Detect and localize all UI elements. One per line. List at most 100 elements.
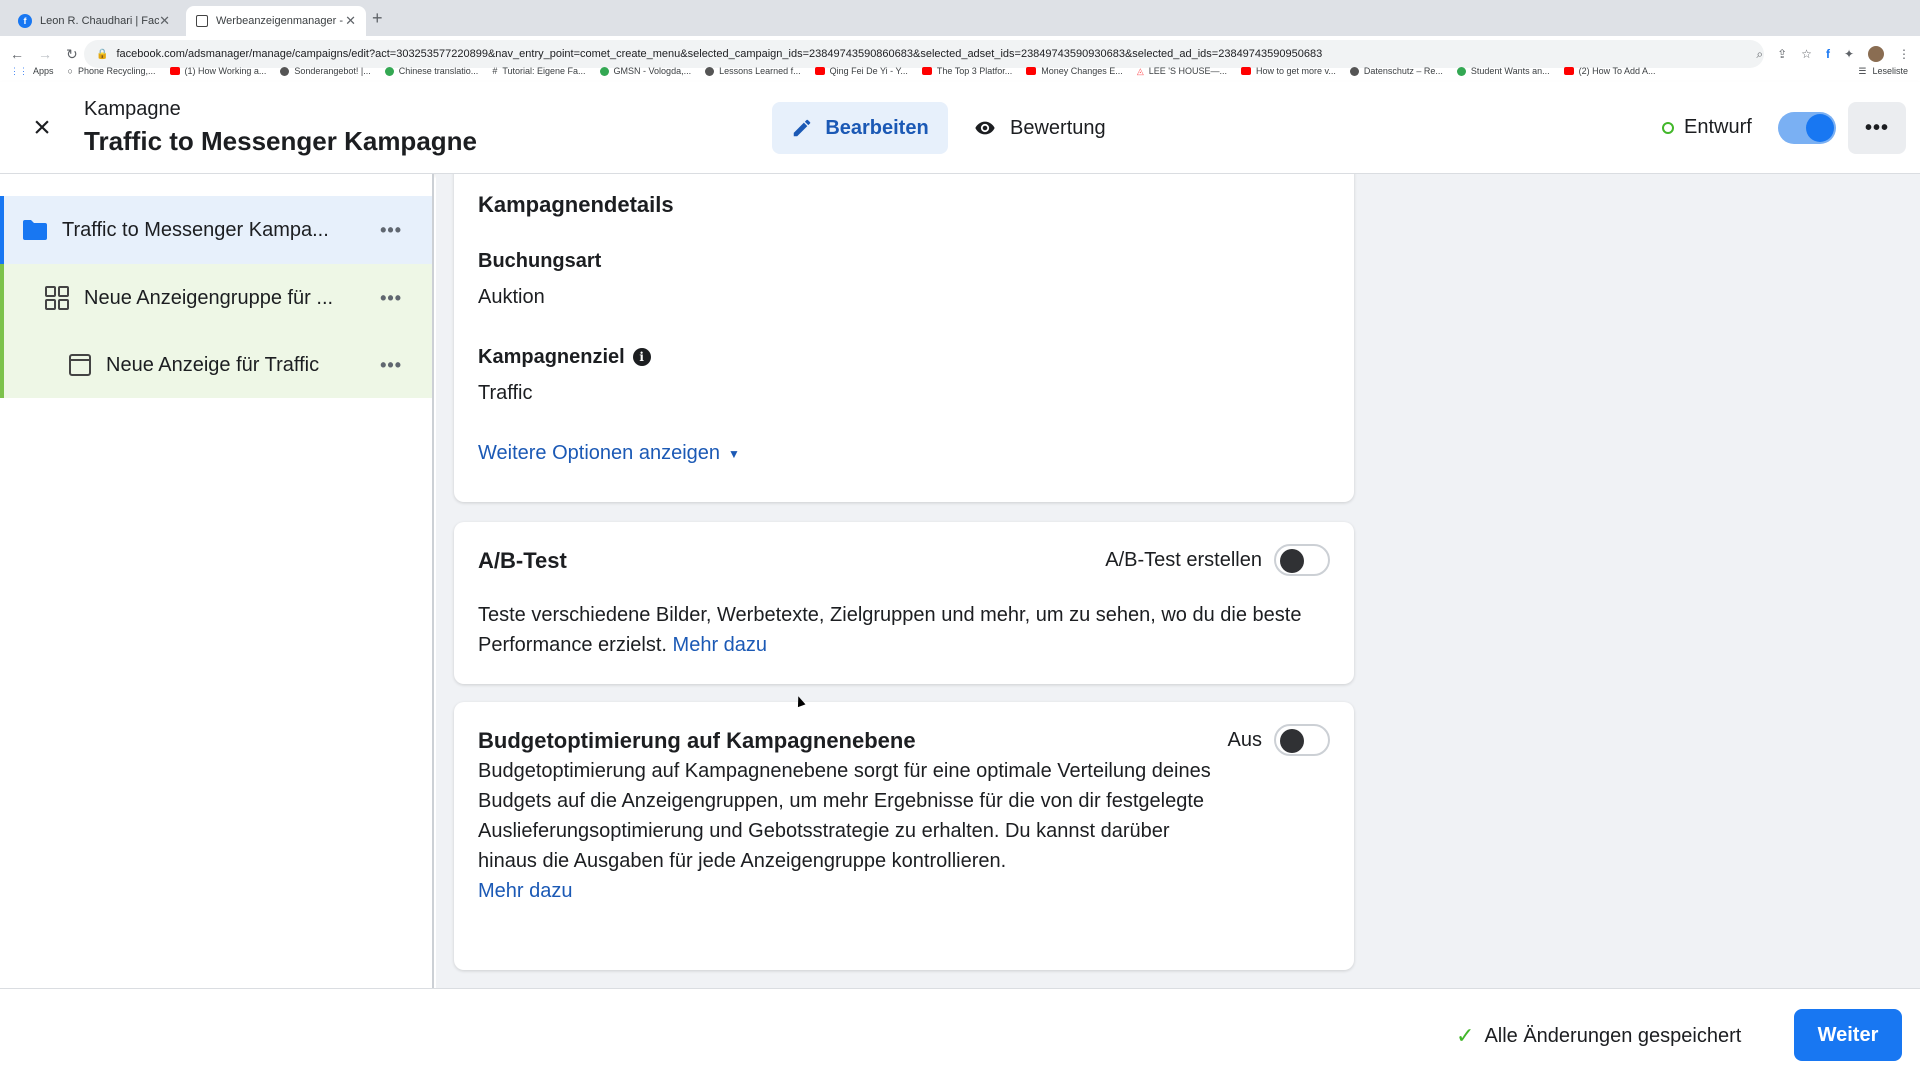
edit-button[interactable]: Bearbeiten: [772, 102, 948, 154]
reading-list[interactable]: ☰ Leseliste: [1858, 62, 1908, 80]
bookmarks-bar: ⋮⋮ Apps ○ Phone Recycling,... (1) How Work…: [0, 62, 1920, 80]
info-icon[interactable]: i: [632, 348, 651, 366]
toggle-knob: [1806, 114, 1834, 142]
ad-icon: [68, 353, 92, 377]
sidebar-item-adset[interactable]: Neue Anzeigengruppe für ... •••: [0, 264, 432, 332]
youtube-icon: [921, 67, 932, 75]
close-tab-icon[interactable]: ✕: [345, 13, 356, 29]
bookmark-label: GMSN - Vologda,...: [613, 66, 692, 76]
bookmark-item[interactable]: Datenschutz – Re...: [1349, 66, 1443, 76]
share-icon[interactable]: ⇪: [1777, 47, 1787, 61]
objective-label: Kampagnenziel: [478, 346, 625, 368]
edit-label: Bearbeiten: [825, 116, 929, 139]
site-icon: [1456, 66, 1466, 76]
bookmark-item[interactable]: # Tutorial: Eigene Fa...: [492, 66, 585, 76]
reading-list-icon: ☰: [1858, 65, 1867, 76]
campaign-toggle[interactable]: [1778, 112, 1836, 144]
ab-test-toggle-row: A/B-Test erstellen: [1105, 544, 1330, 576]
bookmark-label: Chinese translatio...: [398, 66, 479, 76]
forward-icon[interactable]: →: [38, 46, 52, 62]
bookmark-item[interactable]: ◬ LEE 'S HOUSE—...: [1137, 66, 1227, 77]
ab-test-description-block: Teste verschiedene Bilder, Werbetexte, Z…: [478, 600, 1338, 660]
bookmark-item[interactable]: Lessons Learned f...: [705, 66, 801, 76]
buying-type-label: Buchungsart: [478, 250, 602, 272]
status-label: Entwurf: [1684, 116, 1752, 138]
bookmark-item[interactable]: (2) How To Add A...: [1563, 66, 1656, 76]
bookmark-label: Apps: [33, 66, 54, 76]
bookmark-item[interactable]: Student Wants an...: [1456, 66, 1550, 76]
extension-facebook-icon[interactable]: f: [1826, 47, 1830, 61]
new-tab-icon[interactable]: +: [372, 8, 383, 29]
profile-avatar[interactable]: [1868, 46, 1884, 62]
grid-icon: [44, 285, 70, 311]
sidebar-item-campaign[interactable]: Traffic to Messenger Kampa... •••: [0, 196, 432, 264]
show-more-options-link[interactable]: Weitere Optionen anzeigen ▼: [478, 442, 740, 465]
eye-icon: [975, 121, 995, 135]
bookmark-item[interactable]: ○ Phone Recycling,...: [68, 66, 156, 76]
folder-icon: [22, 219, 48, 241]
bookmark-apps[interactable]: ⋮⋮ Apps: [10, 66, 54, 77]
bookmark-item[interactable]: (1) How Working a...: [169, 66, 267, 76]
reading-list-label: Leseliste: [1872, 66, 1908, 76]
bookmark-item[interactable]: GMSN - Vologda,...: [599, 66, 692, 76]
bookmark-label: Lessons Learned f...: [719, 66, 801, 76]
browser-tab-facebook[interactable]: f Leon R. Chaudhari | Facebook ✕: [8, 6, 180, 36]
site-icon: [1349, 66, 1359, 76]
learn-more-link[interactable]: Mehr dazu: [478, 880, 573, 902]
more-options-button[interactable]: •••: [1848, 102, 1906, 154]
next-button[interactable]: Weiter: [1794, 1009, 1902, 1061]
learn-more-link[interactable]: Mehr dazu: [673, 634, 768, 656]
bookmark-label: Sonderangebot! |...: [294, 66, 371, 76]
objective-label-row: Kampagnenziel i: [478, 346, 651, 369]
close-tab-icon[interactable]: ✕: [159, 13, 170, 29]
objective-value: Traffic: [478, 382, 533, 404]
reload-icon[interactable]: ↻: [66, 46, 78, 63]
bookmark-item[interactable]: Sonderangebot! |...: [280, 66, 371, 76]
ab-test-toggle[interactable]: [1274, 544, 1330, 576]
section-heading: Kampagnendetails: [478, 192, 674, 217]
bookmark-item[interactable]: The Top 3 Platfor...: [921, 66, 1012, 76]
site-icon: [705, 66, 715, 76]
sidebar-item-ad[interactable]: Neue Anzeige für Traffic •••: [0, 332, 432, 398]
caret-down-icon: ▼: [728, 446, 740, 461]
bookmark-item[interactable]: How to get more v...: [1240, 66, 1336, 76]
bookmark-label: (1) How Working a...: [184, 66, 267, 76]
url-text: facebook.com/adsmanager/manage/campaigns…: [116, 48, 1323, 60]
extensions-icon[interactable]: ✦: [1844, 47, 1854, 61]
bookmark-item[interactable]: Chinese translatio...: [384, 66, 479, 76]
close-icon[interactable]: ×: [28, 113, 56, 143]
browser-tab-adsmanager[interactable]: Werbeanzeigenmanager - Wer ✕: [186, 6, 366, 36]
back-icon[interactable]: ←: [10, 46, 24, 62]
item-more-icon[interactable]: •••: [380, 355, 402, 376]
item-more-icon[interactable]: •••: [380, 220, 402, 241]
youtube-icon: [1563, 67, 1574, 75]
star-icon[interactable]: ☆: [1801, 47, 1812, 61]
budget-toggle-label: Aus: [1227, 728, 1262, 751]
status-dot-icon: [1662, 121, 1674, 134]
campaign-header: × Kampagne Traffic to Messenger Kampagne…: [0, 82, 1920, 174]
tab-title: Werbeanzeigenmanager - Wer: [216, 15, 345, 27]
section-heading: A/B-Test: [478, 548, 567, 573]
search-icon: ○: [67, 66, 73, 76]
bookmark-label: Phone Recycling,...: [77, 66, 156, 76]
budget-optimization-card: Budgetoptimierung auf Kampagnenebene Aus…: [454, 702, 1354, 970]
budget-description: Budgetoptimierung auf Kampagnenebene sor…: [478, 760, 1211, 872]
campaign-editor: Kampagnendetails Buchungsart Auktion Kam…: [436, 174, 1920, 988]
status-badge: Entwurf: [1662, 116, 1752, 139]
zoom-icon[interactable]: ⌕: [1756, 47, 1763, 62]
bookmark-label: (2) How To Add A...: [1578, 66, 1656, 76]
ab-test-card: A/B-Test A/B-Test erstellen Teste versch…: [454, 522, 1354, 684]
bookmark-label: LEE 'S HOUSE—...: [1148, 66, 1227, 76]
lock-icon: 🔒: [96, 48, 109, 60]
bookmark-label: Tutorial: Eigene Fa...: [502, 66, 586, 76]
tab-title: Leon R. Chaudhari | Facebook: [40, 15, 160, 27]
bookmark-item[interactable]: Money Changes E...: [1026, 66, 1123, 76]
review-button[interactable]: Bewertung: [972, 102, 1106, 154]
adsmanager-icon: [196, 15, 208, 27]
budget-optimization-toggle[interactable]: [1274, 724, 1330, 756]
browser-menu-icon[interactable]: ⋮: [1898, 47, 1910, 61]
budget-description-block: Budgetoptimierung auf Kampagnenebene sor…: [478, 756, 1218, 906]
item-more-icon[interactable]: •••: [380, 288, 402, 309]
bookmark-label: Datenschutz – Re...: [1363, 66, 1443, 76]
bookmark-item[interactable]: Qing Fei De Yi - Y...: [814, 66, 908, 76]
